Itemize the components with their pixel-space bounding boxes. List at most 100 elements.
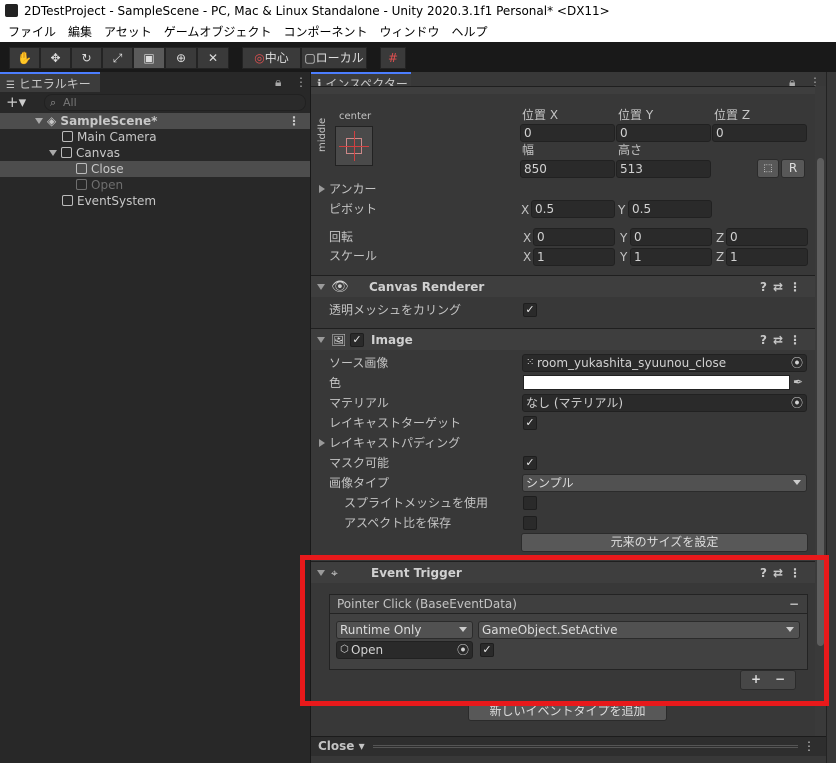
canvas-renderer-header[interactable]: 👁︎ Canvas Renderer ?⇄⋮	[311, 275, 815, 297]
source-image-field[interactable]: ⁙ room_yukashita_syuunou_close ⦿	[522, 354, 807, 372]
material-field[interactable]: なし (マテリアル) ⦿	[522, 394, 807, 412]
space-toggle-button[interactable]: ▢ローカル	[301, 47, 367, 69]
pos-y-field[interactable]: 0	[616, 124, 711, 142]
scene-more-icon[interactable]: ⋮	[288, 113, 300, 129]
inspector-scrollbar[interactable]	[815, 86, 826, 736]
event-trigger-header[interactable]: ⌖ Event Trigger ?⇄⋮	[311, 561, 815, 583]
scale-x-field[interactable]: 1	[533, 248, 615, 266]
pivot-toggle-button[interactable]: ◎中心	[242, 47, 301, 69]
rot-z-field[interactable]: 0	[726, 228, 808, 246]
scale-z-field[interactable]: 1	[726, 248, 808, 266]
lock-icon[interactable]: 🔒︎	[275, 74, 281, 90]
preserve-aspect-checkbox[interactable]	[523, 516, 537, 530]
more-icon[interactable]: ⋮	[295, 74, 307, 90]
pivot-y-field[interactable]: 0.5	[628, 200, 712, 218]
raycast-padding-label[interactable]: レイキャストパディング	[329, 435, 460, 451]
color-swatch[interactable]	[523, 375, 790, 390]
rot-y-field[interactable]: 0	[630, 228, 712, 246]
image-type-dropdown[interactable]: シンプル	[522, 474, 807, 492]
chevron-down-icon	[459, 627, 467, 632]
rect-transform-header[interactable]	[311, 86, 815, 94]
add-event-type-button[interactable]: 新しいイベントタイプを追加	[468, 702, 667, 721]
expand-icon[interactable]	[35, 118, 43, 124]
grid-snap-icon[interactable]: #	[380, 47, 406, 69]
width-field[interactable]: 850	[520, 160, 615, 178]
anchors-label[interactable]: アンカー	[329, 181, 377, 197]
hierarchy-search-input[interactable]: ⌕ All	[44, 94, 306, 111]
maskable-checkbox[interactable]: ✓	[523, 456, 537, 470]
move-tool-icon[interactable]: ✥	[40, 47, 71, 69]
component-menu-icons[interactable]: ?⇄⋮	[760, 276, 807, 298]
menu-window[interactable]: ウィンドウ	[375, 22, 447, 42]
anchor-preset-button[interactable]	[335, 126, 373, 166]
pos-z-field[interactable]: 0	[712, 124, 807, 142]
sprite-mesh-label: スプライトメッシュを使用	[344, 496, 489, 510]
add-listener-button[interactable]: +	[751, 672, 761, 686]
hand-tool-icon[interactable]: ✋	[9, 47, 40, 69]
function-dropdown[interactable]: GameObject.SetActive	[478, 621, 800, 639]
component-menu-icons[interactable]: ?⇄⋮	[760, 329, 807, 351]
gameobject-icon	[62, 131, 73, 142]
cull-checkbox[interactable]: ✓	[523, 303, 537, 317]
scrollbar-thumb[interactable]	[817, 158, 824, 646]
hierarchy-item-close[interactable]: Close	[0, 161, 310, 177]
setactive-checkbox[interactable]: ✓	[480, 643, 494, 657]
set-native-size-button[interactable]: 元来のサイズを設定	[521, 533, 808, 552]
listener-add-remove: + −	[740, 670, 796, 690]
rotate-tool-icon[interactable]: ↻	[71, 47, 102, 69]
remove-event-button[interactable]: −	[789, 595, 799, 613]
menu-gameobject[interactable]: ゲームオブジェクト	[160, 22, 280, 42]
preview-more-icon[interactable]: ⋮	[803, 739, 815, 753]
target-object-field[interactable]: ⬡ Open ⦿	[336, 641, 473, 659]
sprite-mesh-checkbox[interactable]	[523, 496, 537, 510]
fold-icon[interactable]	[317, 570, 325, 576]
hierarchy-item-canvas[interactable]: Canvas	[0, 145, 310, 161]
pos-x-field[interactable]: 0	[520, 124, 615, 142]
raycast-target-label: レイキャストターゲット	[329, 416, 462, 430]
fold-icon[interactable]	[317, 284, 325, 290]
hierarchy-item-label: Main Camera	[77, 130, 157, 144]
preview-drag-handle[interactable]	[373, 745, 798, 748]
eyedropper-icon[interactable]: ✒	[793, 374, 803, 390]
scale-y-field[interactable]: 1	[630, 248, 712, 266]
blueprint-mode-button[interactable]: ⬚	[757, 159, 779, 178]
image-enabled-checkbox[interactable]: ✓	[350, 333, 364, 347]
raw-edit-button[interactable]: R	[781, 159, 805, 178]
gameobject-icon	[76, 163, 87, 174]
scale-tool-icon[interactable]: ⤢	[102, 47, 133, 69]
menu-file[interactable]: ファイル	[4, 22, 64, 42]
object-picker-icon[interactable]: ⦿	[457, 642, 469, 658]
runtime-dropdown[interactable]: Runtime Only	[336, 621, 473, 639]
custom-tool-icon[interactable]: ✕	[197, 47, 229, 69]
image-header[interactable]: 🖼︎ ✓ Image ?⇄⋮	[311, 328, 815, 350]
menu-component[interactable]: コンポーネント	[279, 22, 375, 42]
create-add-icon[interactable]: +▾	[6, 94, 26, 110]
rot-x-field[interactable]: 0	[533, 228, 615, 246]
hierarchy-item-open[interactable]: Open	[0, 177, 310, 193]
hierarchy-tab[interactable]: ☰ ヒエラルキー	[0, 72, 100, 92]
height-field[interactable]: 513	[616, 160, 711, 178]
hierarchy-item-scene[interactable]: ◈ SampleScene* ⋮	[0, 113, 310, 129]
rot-z-axis: Z	[716, 231, 725, 245]
rect-tool-icon[interactable]: ▣	[133, 47, 165, 69]
menu-edit[interactable]: 編集	[64, 22, 100, 42]
menu-help[interactable]: ヘルプ	[447, 22, 495, 42]
expand-padding-icon[interactable]	[319, 439, 325, 447]
source-image-value: room_yukashita_syuunou_close	[537, 356, 727, 370]
transform-tool-icon[interactable]: ⊕	[165, 47, 197, 69]
object-picker-icon[interactable]: ⦿	[791, 355, 803, 371]
raycast-target-checkbox[interactable]: ✓	[523, 416, 537, 430]
fold-icon[interactable]	[317, 337, 325, 343]
remove-listener-button[interactable]: −	[775, 671, 785, 688]
expand-anchors-icon[interactable]	[319, 185, 325, 193]
component-menu-icons[interactable]: ?⇄⋮	[760, 562, 807, 584]
hierarchy-item-main-camera[interactable]: Main Camera	[0, 129, 310, 145]
hierarchy-item-label: EventSystem	[77, 194, 157, 208]
hierarchy-item-eventsystem[interactable]: EventSystem	[0, 193, 310, 209]
event-entry-title: Pointer Click (BaseEventData)	[337, 597, 517, 611]
expand-icon[interactable]	[49, 150, 57, 156]
object-picker-icon[interactable]: ⦿	[791, 395, 803, 411]
menu-assets[interactable]: アセット	[100, 22, 160, 42]
preview-object-dropdown[interactable]: Close ▾	[318, 739, 365, 753]
pivot-x-field[interactable]: 0.5	[531, 200, 615, 218]
